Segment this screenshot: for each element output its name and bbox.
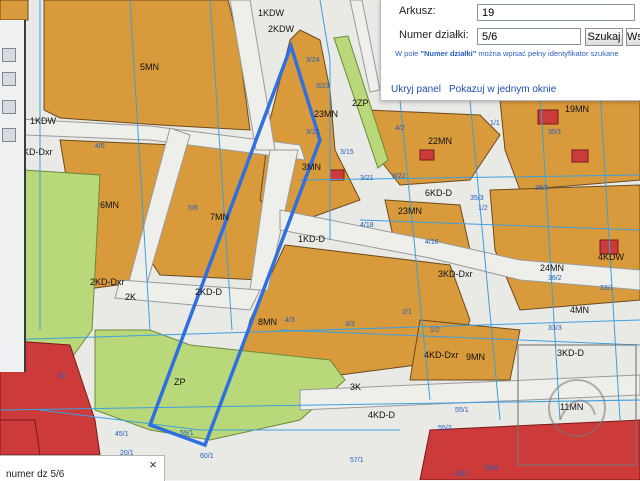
parcel-number-label: Numer działki:: [399, 29, 469, 41]
left-toolbar: [0, 20, 26, 372]
svg-text:5/6: 5/6: [188, 205, 198, 212]
svg-text:ZP: ZP: [174, 377, 186, 387]
svg-text:3/23: 3/23: [316, 83, 330, 90]
svg-text:7MN: 7MN: [210, 212, 229, 222]
svg-text:60/1: 60/1: [200, 453, 214, 460]
svg-text:24MN: 24MN: [540, 263, 564, 273]
svg-text:63/1: 63/1: [455, 471, 469, 478]
svg-text:4KD-D: 4KD-D: [368, 410, 396, 420]
svg-text:2K: 2K: [125, 292, 136, 302]
svg-text:4MN: 4MN: [570, 305, 589, 315]
single-window-link[interactable]: Pokazuj w jednym oknie: [449, 84, 556, 95]
svg-text:3K: 3K: [350, 382, 361, 392]
svg-text:62: 62: [58, 373, 66, 380]
svg-text:1KDW: 1KDW: [30, 116, 57, 126]
parcel-number-input[interactable]: 5/6: [477, 28, 581, 45]
svg-text:33/1: 33/1: [600, 285, 614, 292]
svg-text:4KD-Dxr: 4KD-Dxr: [424, 350, 459, 360]
svg-text:59/1: 59/1: [180, 430, 194, 437]
svg-text:19MN: 19MN: [565, 104, 589, 114]
svg-text:2KDW: 2KDW: [268, 24, 295, 34]
hide-panel-link[interactable]: Ukryj panel: [391, 84, 441, 95]
svg-text:4/18: 4/18: [360, 222, 374, 229]
svg-text:2/1: 2/1: [402, 309, 412, 316]
svg-text:2KD-D: 2KD-D: [195, 287, 223, 297]
svg-text:55/2: 55/2: [438, 425, 452, 432]
svg-text:3/22: 3/22: [392, 173, 406, 180]
svg-text:3/24: 3/24: [306, 57, 320, 64]
parcel-info-popup: numer dz 5/6 ×: [0, 455, 165, 481]
svg-text:4KDW: 4KDW: [598, 252, 625, 262]
svg-text:4/2: 4/2: [395, 125, 405, 132]
print-icon[interactable]: [2, 48, 16, 62]
print-icon[interactable]: [2, 100, 16, 114]
svg-text:4/3: 4/3: [285, 317, 295, 324]
svg-text:1KDW: 1KDW: [258, 8, 285, 18]
print-icon[interactable]: [2, 72, 16, 86]
svg-text:3/21: 3/21: [360, 175, 374, 182]
svg-text:2KD-Dxr: 2KD-Dxr: [90, 277, 125, 287]
svg-text:1/2: 1/2: [478, 205, 488, 212]
svg-text:3/16: 3/16: [306, 129, 320, 136]
svg-text:23MN: 23MN: [398, 206, 422, 216]
svg-text:1/1: 1/1: [490, 120, 500, 127]
svg-text:23MN: 23MN: [314, 109, 338, 119]
print-icon[interactable]: [2, 128, 16, 142]
svg-text:6KD-D: 6KD-D: [425, 188, 453, 198]
search-hint: W pole "Numer działki" można wpisać pełn…: [395, 49, 619, 58]
search-button[interactable]: Szukaj: [585, 28, 623, 46]
svg-text:2ZP: 2ZP: [352, 98, 369, 108]
close-icon[interactable]: ×: [146, 458, 160, 472]
svg-text:3/3: 3/3: [345, 321, 355, 328]
svg-text:3KD-D: 3KD-D: [557, 348, 585, 358]
parcel-search-panel: Arkusz: 19 Numer działki: 5/6 Szukaj Ws …: [380, 0, 640, 101]
svg-text:33/3: 33/3: [548, 325, 562, 332]
svg-text:3/15: 3/15: [340, 149, 354, 156]
clear-button[interactable]: Ws: [626, 28, 640, 46]
svg-text:55/4: 55/4: [485, 465, 499, 472]
svg-text:1/2: 1/2: [430, 327, 440, 334]
svg-text:57/1: 57/1: [350, 457, 364, 464]
svg-text:3MN: 3MN: [302, 162, 321, 172]
svg-text:4/6: 4/6: [95, 143, 105, 150]
svg-text:36/1: 36/1: [535, 185, 549, 192]
svg-text:36/2: 36/2: [548, 275, 562, 282]
svg-text:35/3: 35/3: [470, 195, 484, 202]
sheet-input[interactable]: 19: [477, 4, 635, 21]
svg-text:22MN: 22MN: [428, 136, 452, 146]
svg-text:5MN: 5MN: [140, 62, 159, 72]
svg-text:3KD-Dxr: 3KD-Dxr: [438, 269, 473, 279]
svg-text:8MN: 8MN: [258, 317, 277, 327]
svg-text:45/1: 45/1: [115, 431, 129, 438]
svg-text:1KD-D: 1KD-D: [298, 234, 326, 244]
svg-text:6MN: 6MN: [100, 200, 119, 210]
sheet-label: Arkusz:: [399, 5, 436, 17]
popup-title: numer dz 5/6: [6, 469, 65, 480]
svg-text:55/1: 55/1: [455, 407, 469, 414]
svg-text:9MN: 9MN: [466, 352, 485, 362]
svg-text:35/1: 35/1: [548, 129, 562, 136]
svg-text:4/16: 4/16: [425, 239, 439, 246]
